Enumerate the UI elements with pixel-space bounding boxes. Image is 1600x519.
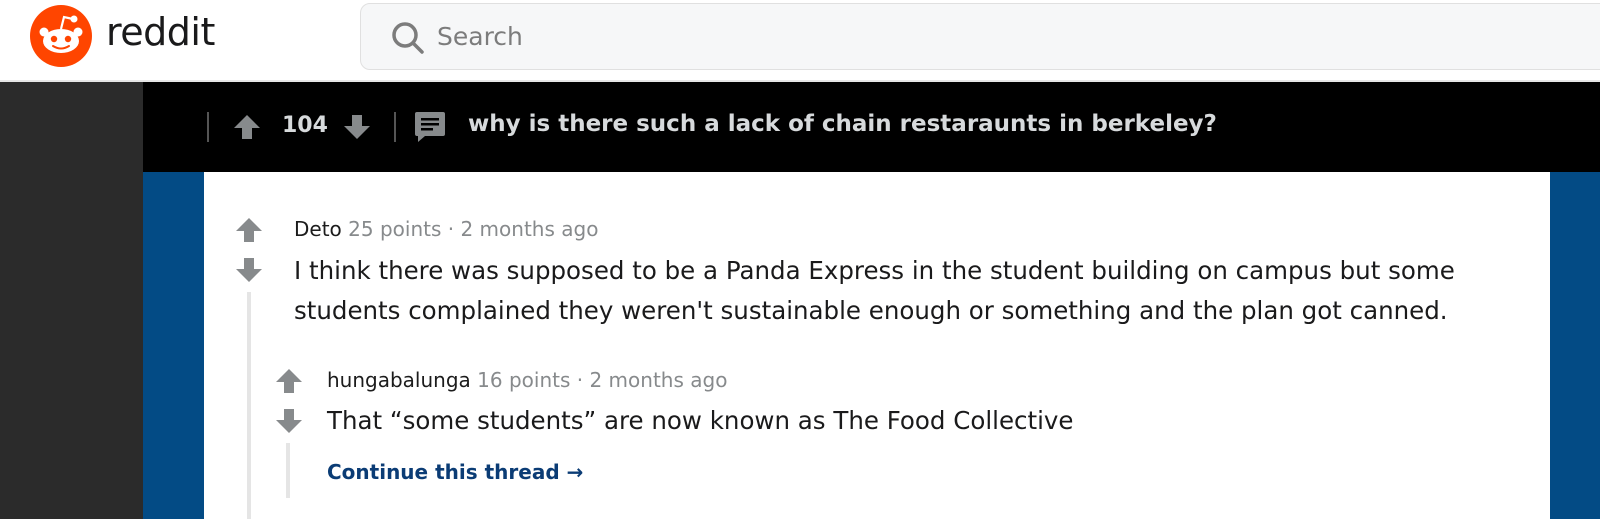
post-title[interactable]: why is there such a lack of chain restar… [468,111,1217,137]
comment-body: That “some students” are now known as Th… [327,406,1074,435]
post-score: 104 [282,113,328,138]
comment-points: 16 points [477,368,571,392]
site-header: reddit [0,0,1600,82]
downvote-icon[interactable] [275,408,303,434]
comment-points: 25 points [348,217,442,241]
left-rail [0,82,143,519]
divider [207,112,209,142]
upvote-icon[interactable] [233,113,261,141]
upvote-icon[interactable] [235,217,263,243]
search-bar[interactable] [360,3,1600,70]
reddit-logo-icon[interactable] [30,5,92,67]
thread-collapse-line[interactable] [286,443,290,498]
search-input[interactable] [437,4,1337,69]
comment-meta: Deto 25 points · 2 months ago [294,217,598,241]
thread-collapse-line[interactable] [247,292,251,519]
continue-thread-link[interactable]: Continue this thread → [327,460,583,484]
downvote-icon[interactable] [235,257,263,283]
meta-separator: · [447,217,455,241]
search-icon [392,22,424,54]
reddit-wordmark[interactable]: reddit [106,10,215,54]
comment-age[interactable]: 2 months ago [460,217,598,241]
comment-author[interactable]: Deto [294,217,342,241]
comment-age[interactable]: 2 months ago [589,368,727,392]
comments-icon[interactable] [413,110,447,144]
continue-thread-label: Continue this thread [327,460,560,484]
downvote-icon[interactable] [343,113,371,141]
comment-meta: hungabalunga 16 points · 2 months ago [327,368,727,392]
upvote-icon[interactable] [275,368,303,394]
comment-body: I think there was supposed to be a Panda… [294,256,1455,325]
comment-author[interactable]: hungabalunga [327,368,471,392]
arrow-right-icon: → [566,460,584,484]
divider [394,112,396,142]
meta-separator: · [576,368,584,392]
